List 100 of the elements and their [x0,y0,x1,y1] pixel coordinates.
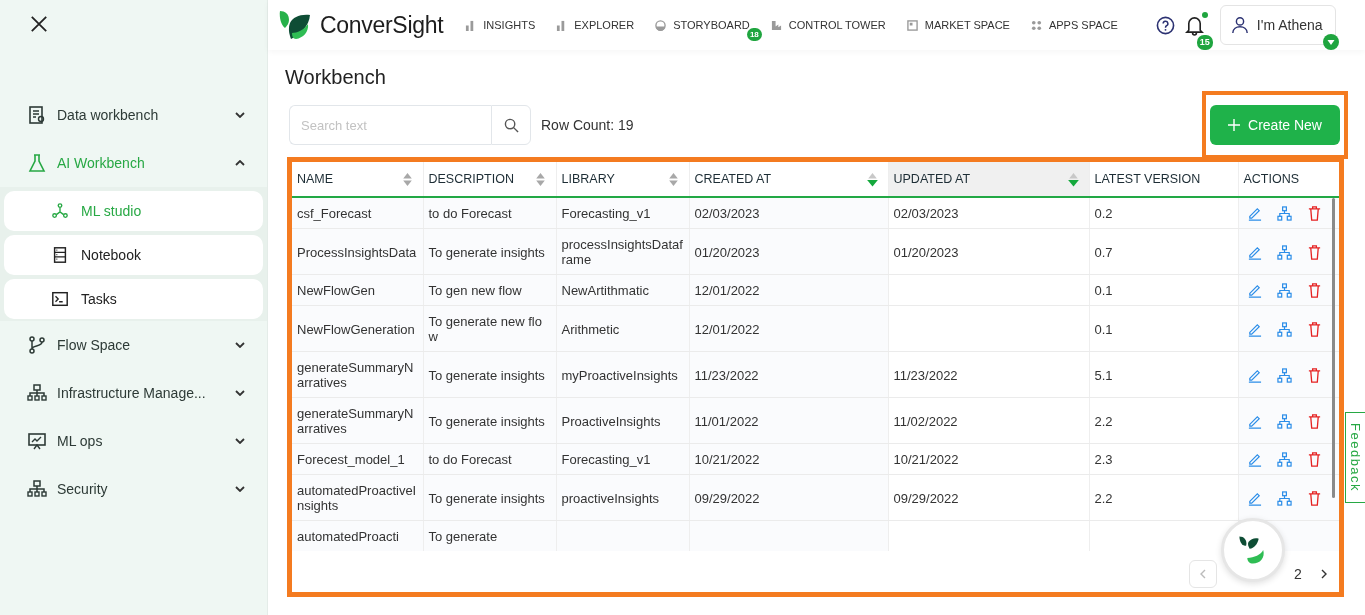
date-cell: 02/03/2023 [893,206,959,221]
edit-icon[interactable] [1246,452,1262,467]
library-cell: proactiveInsights [561,490,660,506]
nav-link[interactable]: MARKET SPACE [906,19,1010,31]
sidebar-item[interactable]: Security [0,465,267,513]
search-field[interactable]: Search text [289,105,491,145]
trash-icon[interactable] [1306,244,1322,260]
edit-icon[interactable] [1246,206,1262,221]
search-button[interactable] [491,105,531,145]
date-cell: 11/02/2022 [893,413,958,429]
name-cell: automatedProacti [297,529,399,544]
trash-icon[interactable] [1306,206,1322,221]
edit-icon[interactable] [1246,244,1262,260]
nav-link[interactable]: STORYBOARD [655,19,750,31]
hierarchy-icon[interactable] [1276,244,1292,260]
date-cell: 11/23/2022 [893,367,958,383]
hierarchy-icon[interactable] [1276,413,1292,429]
version-cell: 0.7 [1094,244,1113,260]
name-cell: ProcessInsightsData [297,244,417,260]
help-icon[interactable] [1155,15,1175,35]
trash-icon[interactable] [1306,321,1322,337]
edit-icon[interactable] [1246,367,1262,383]
sidebar-subitem[interactable]: Notebook [4,235,263,275]
version-cell: 2.2 [1094,413,1113,429]
sort-icon[interactable] [534,172,546,187]
bell-icon[interactable] [1184,14,1204,36]
description-cell: To generate [428,529,498,544]
hierarchy-icon[interactable] [1276,206,1292,221]
version-cell: 2.2 [1094,490,1113,506]
name-cell: generateSummaryNarratives [297,406,414,436]
chevron-left-icon [1200,569,1206,579]
column-header[interactable]: UPDATED AT [888,162,1089,197]
date-cell: 11/01/2022 [694,413,759,429]
hierarchy-icon[interactable] [1276,452,1292,467]
edit-icon[interactable] [1246,321,1262,337]
chevron-right-icon [1321,569,1327,579]
sort-icon[interactable] [401,172,413,187]
library-cell: Forecasting_v1 [561,206,651,221]
description-cell: To generate insights [428,367,545,383]
sidebar-subitem[interactable]: Tasks [4,279,263,319]
notification-count: 15 [1196,34,1213,50]
trash-icon[interactable] [1306,490,1322,506]
name-cell: csf_Forecast [297,206,372,221]
trash-icon[interactable] [1306,452,1322,467]
description-cell: to do Forecast [428,206,512,221]
sort-icon[interactable] [1067,172,1079,187]
search-icon [503,117,519,133]
chat-bubble[interactable] [1221,518,1285,582]
hierarchy-icon [27,479,47,499]
nav-link[interactable]: CONTROL TOWER [770,19,886,31]
row-count: Row Count: 19 [541,117,634,133]
plus-icon [1228,119,1241,131]
name-cell: generateSummaryNarratives [297,360,414,390]
edit-icon[interactable] [1246,490,1262,506]
sort-icon[interactable] [866,172,878,187]
name-cell: automatedProactiveInsights [297,483,417,513]
sidebar-item[interactable]: ML ops [0,417,267,465]
chevron-down-icon [235,438,245,444]
date-cell: 01/20/2023 [694,244,760,260]
nav-link[interactable]: APPS SPACE [1030,19,1118,31]
name-cell: NewFlowGen [297,283,376,298]
hierarchy-icon[interactable] [1276,283,1292,298]
edit-icon[interactable] [1246,283,1262,298]
nav-link[interactable]: INSIGHTS [465,19,536,31]
page-title: Workbench [285,66,387,89]
version-cell: 5.1 [1094,367,1113,383]
presentation-icon [27,431,47,451]
notebook-icon [51,246,69,264]
nav-link[interactable]: EXPLORER [556,19,635,31]
description-cell: To generate insights [428,244,545,260]
date-cell: 10/21/2022 [893,452,959,467]
version-cell: 0.1 [1094,321,1113,337]
name-cell: Forecest_model_1 [297,452,405,467]
logo-text: ConverSight [320,11,444,39]
chevron-down-icon [235,112,245,118]
close-icon[interactable] [30,15,48,33]
sidebar-item[interactable]: Data workbench [0,91,267,139]
hierarchy-icon[interactable] [1276,490,1292,506]
description-cell: to do Forecast [428,452,512,467]
date-cell: 01/20/2023 [893,244,959,260]
hierarchy-icon[interactable] [1276,367,1292,383]
description-cell: To generate new flow [428,314,542,344]
date-cell: 09/29/2022 [893,490,959,506]
trash-icon[interactable] [1306,413,1322,429]
library-cell: ProactiveInsights [561,413,661,429]
document-icon [27,105,47,125]
library-cell: processInsightsDataframe [561,237,683,267]
edit-icon[interactable] [1246,413,1262,429]
library-cell: Arithmetic [561,321,620,337]
library-cell: myProactiveInsights [561,367,678,383]
version-cell: 0.2 [1094,206,1113,221]
person-icon [1230,16,1249,34]
library-cell: Forecasting_v1 [561,452,651,467]
sidebar-item[interactable]: Flow Space [0,321,267,369]
branch-icon [27,335,47,355]
hierarchy-icon[interactable] [1276,321,1292,337]
sort-icon[interactable] [667,172,679,187]
trash-icon[interactable] [1306,367,1322,383]
trash-icon[interactable] [1306,283,1322,298]
sidebar-item[interactable]: Infrastructure Manage... [0,369,267,417]
